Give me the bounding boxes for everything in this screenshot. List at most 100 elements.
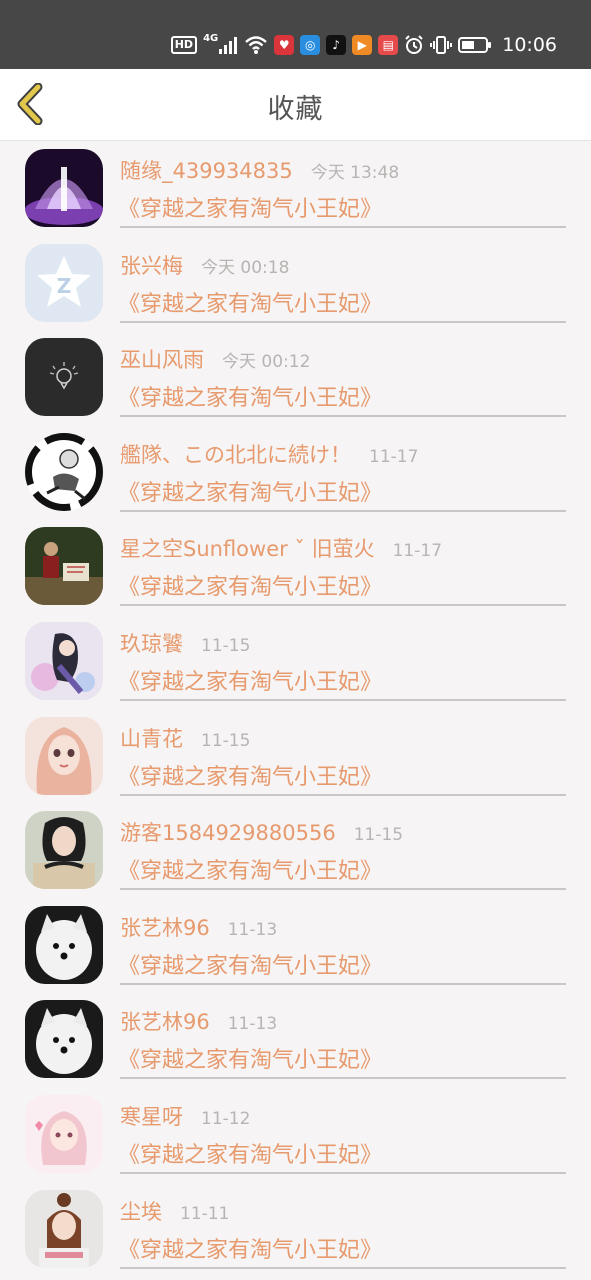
item-time: 11-15 <box>353 825 404 846</box>
book-title[interactable]: 《穿越之家有淘气小王妃》 <box>118 853 382 885</box>
divider <box>120 415 566 418</box>
book-title[interactable]: 《穿越之家有淘气小王妃》 <box>118 1042 382 1074</box>
list-item[interactable]: 巫山风雨 今天 00:12 《穿越之家有淘气小王妃》 <box>0 330 591 425</box>
white-dog-avatar[interactable] <box>25 905 103 984</box>
item-header: 张艺林96 11-13 <box>120 1006 277 1036</box>
white-dog-avatar[interactable] <box>25 1000 103 1079</box>
balloon-logo-avatar[interactable] <box>25 338 103 417</box>
item-header: 星之空Sunflower ˇ 旧萤火 11-17 <box>120 533 442 563</box>
item-header: 张兴梅 今天 00:18 <box>120 250 289 280</box>
user-name: 张艺林96 <box>120 1010 210 1035</box>
wifi-icon <box>244 35 268 55</box>
alarm-icon <box>404 35 424 55</box>
list-item[interactable]: Z 张兴梅 今天 00:18 《穿越之家有淘气小王妃》 <box>0 236 591 331</box>
list-item[interactable]: 星之空Sunflower ˇ 旧萤火 11-17 《穿越之家有淘气小王妃》 <box>0 519 591 614</box>
divider <box>120 604 566 607</box>
photo-person-avatar[interactable] <box>25 527 103 606</box>
pink-anime-avatar[interactable] <box>25 1094 103 1173</box>
book-title[interactable]: 《穿越之家有淘气小王妃》 <box>118 191 382 223</box>
user-name: 张艺林96 <box>120 915 210 940</box>
page-title: 收藏 <box>267 94 324 125</box>
list-item[interactable]: 游客1584929880556 11-15 《穿越之家有淘气小王妃》 <box>0 803 591 898</box>
divider <box>120 320 566 323</box>
user-name: 山青花 <box>120 726 183 751</box>
list-item[interactable]: 山青花 11-15 《穿越之家有淘气小王妃》 <box>0 709 591 804</box>
girl-photo-avatar[interactable] <box>25 811 103 890</box>
user-name: 寒星呀 <box>120 1104 183 1129</box>
item-time: 11-13 <box>227 1014 278 1035</box>
item-time: 今天 00:18 <box>201 257 290 278</box>
list-item[interactable]: 玖琼饕 11-15 《穿越之家有淘气小王妃》 <box>0 614 591 709</box>
divider <box>120 1171 566 1174</box>
book-title[interactable]: 《穿越之家有淘气小王妃》 <box>118 759 382 791</box>
list-item[interactable]: 寒星呀 11-12 《穿越之家有淘气小王妃》 <box>0 1087 591 1182</box>
item-time: 今天 13:48 <box>310 163 400 183</box>
network-type-label: 4G <box>203 32 219 44</box>
item-header: 巫山风雨 今天 00:12 <box>120 344 310 374</box>
battery-icon <box>458 36 492 54</box>
divider <box>120 1266 566 1269</box>
item-header: 尘埃 11-11 <box>120 1196 229 1226</box>
item-header: 随缘_439934835 今天 13:48 <box>120 155 399 185</box>
list-item[interactable]: 张艺林96 11-13 《穿越之家有淘气小王妃》 <box>0 992 591 1087</box>
status-bar: HD 4G ♥ ◎ ♪ ▶ ▤ 10:06 <box>0 0 591 69</box>
status-icons: HD 4G ♥ ◎ ♪ ▶ ▤ 10:06 <box>170 30 557 60</box>
doll-avatar[interactable] <box>25 716 103 795</box>
list-item[interactable]: 随缘_439934835 今天 13:48 《穿越之家有淘气小王妃》 <box>0 141 591 236</box>
item-time: 11-15 <box>201 730 251 751</box>
divider <box>120 982 566 985</box>
app-video-icon: ▶ <box>352 35 373 55</box>
vibrate-icon <box>430 35 453 55</box>
user-name: 张兴梅 <box>120 253 183 278</box>
item-header: 玖琼饕 11-15 <box>120 628 250 658</box>
book-title[interactable]: 《穿越之家有淘气小王妃》 <box>118 475 382 507</box>
book-title[interactable]: 《穿越之家有淘气小王妃》 <box>118 380 382 412</box>
signal-icon: 4G <box>203 32 238 54</box>
divider <box>120 1077 566 1080</box>
book-title[interactable]: 《穿越之家有淘气小王妃》 <box>118 1137 382 1169</box>
divider <box>120 509 566 512</box>
anime-sketch-avatar[interactable] <box>25 432 103 511</box>
item-header: 游客1584929880556 11-15 <box>120 817 403 847</box>
app-book-icon: ▤ <box>378 35 399 55</box>
user-name: 游客1584929880556 <box>120 821 336 846</box>
user-name: 尘埃 <box>120 1199 162 1224</box>
item-time: 11-13 <box>227 919 278 940</box>
item-header: 张艺林96 11-13 <box>120 912 277 942</box>
divider <box>120 888 566 891</box>
item-time: 11-11 <box>180 1203 230 1224</box>
item-header: 山青花 11-15 <box>120 723 250 753</box>
user-name: 玖琼饕 <box>120 631 183 656</box>
list-item[interactable]: 张艺林96 11-13 《穿越之家有淘气小王妃》 <box>0 898 591 993</box>
tiktok-icon: ♪ <box>326 35 347 55</box>
user-name: 艦隊、この北北に続け！ <box>120 442 351 467</box>
item-time: 11-17 <box>369 446 419 467</box>
favorites-list: 随缘_439934835 今天 13:48 《穿越之家有淘气小王妃》 Z 张兴梅今… <box>0 141 591 1276</box>
title-bar: 收藏 <box>0 69 591 141</box>
list-item[interactable]: 艦隊、この北北に続け！ 11-17 《穿越之家有淘气小王妃》 <box>0 425 591 520</box>
app-heart-icon: ♥ <box>274 35 295 55</box>
user-name: 随缘_439934835 <box>120 159 293 183</box>
book-title[interactable]: 《穿越之家有淘气小王妃》 <box>118 664 382 696</box>
book-title[interactable]: 《穿越之家有淘气小王妃》 <box>118 286 382 318</box>
app-browser-icon: ◎ <box>300 35 321 55</box>
item-time: 11-12 <box>201 1108 251 1129</box>
anime-girl-avatar[interactable] <box>25 621 103 700</box>
list-item[interactable]: 尘埃 11-11 《穿越之家有淘气小王妃》 <box>0 1182 591 1277</box>
book-title[interactable]: 《穿越之家有淘气小王妃》 <box>118 569 382 601</box>
item-header: 艦隊、この北北に続け！ 11-17 <box>120 439 418 469</box>
book-title[interactable]: 《穿越之家有淘气小王妃》 <box>118 948 382 980</box>
item-time: 今天 00:12 <box>222 352 311 373</box>
purple-fountain-avatar[interactable] <box>25 149 103 227</box>
divider <box>120 793 566 796</box>
clock-time: 10:06 <box>502 34 557 56</box>
hd-icon: HD <box>170 36 198 54</box>
book-title[interactable]: 《穿越之家有淘气小王妃》 <box>118 1232 382 1264</box>
item-time: 11-15 <box>201 635 251 656</box>
woman-photo-avatar[interactable] <box>25 1189 103 1268</box>
divider <box>120 226 566 228</box>
user-name: 巫山风雨 <box>120 348 204 373</box>
svg-text:Z: Z <box>57 274 72 298</box>
item-time: 11-17 <box>392 541 443 562</box>
qq-star-avatar[interactable]: Z <box>25 243 103 322</box>
